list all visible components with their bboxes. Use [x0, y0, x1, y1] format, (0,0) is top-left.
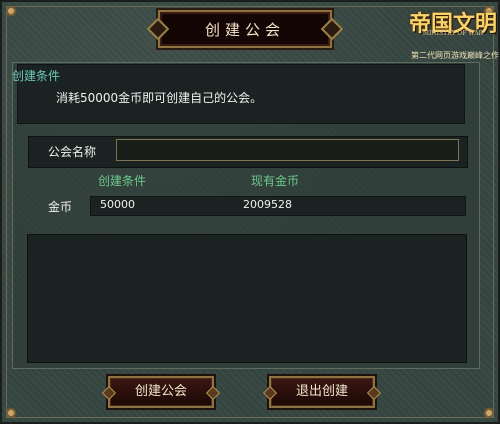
column-header-current: 现有金币 — [251, 174, 300, 188]
conditions-heading: 创建条件 — [12, 69, 61, 83]
create-guild-button[interactable]: 创建公会 — [101, 376, 221, 408]
corner-ornament-icon — [4, 406, 18, 420]
column-header-required: 创建条件 — [98, 174, 147, 188]
logo-subtitle: MINISTRY OF WAR — [422, 30, 484, 37]
logo-caption: 第二代网页游戏巅峰之作 — [411, 51, 499, 60]
game-logo: 帝国文明 MINISTRY OF WAR 第二代网页游戏巅峰之作 — [407, 6, 499, 62]
gold-required-value: 50000 — [100, 198, 135, 211]
corner-ornament-icon — [4, 4, 18, 18]
conditions-text: 消耗50000金币即可创建自己的公会。 — [56, 91, 263, 105]
gold-label: 金币 — [48, 200, 73, 214]
dialog-title: 创建公会 — [204, 21, 285, 39]
gold-current-value: 2009528 — [243, 198, 292, 211]
message-area — [27, 234, 467, 363]
exit-create-button-label: 退出创建 — [295, 384, 348, 399]
guild-name-input[interactable] — [116, 139, 459, 161]
exit-create-button[interactable]: 退出创建 — [262, 376, 382, 408]
dialog-title-plate: 创建公会 — [158, 10, 332, 48]
create-guild-button-label: 创建公会 — [134, 384, 187, 399]
corner-ornament-icon — [482, 406, 496, 420]
guild-name-label: 公会名称 — [48, 145, 97, 159]
